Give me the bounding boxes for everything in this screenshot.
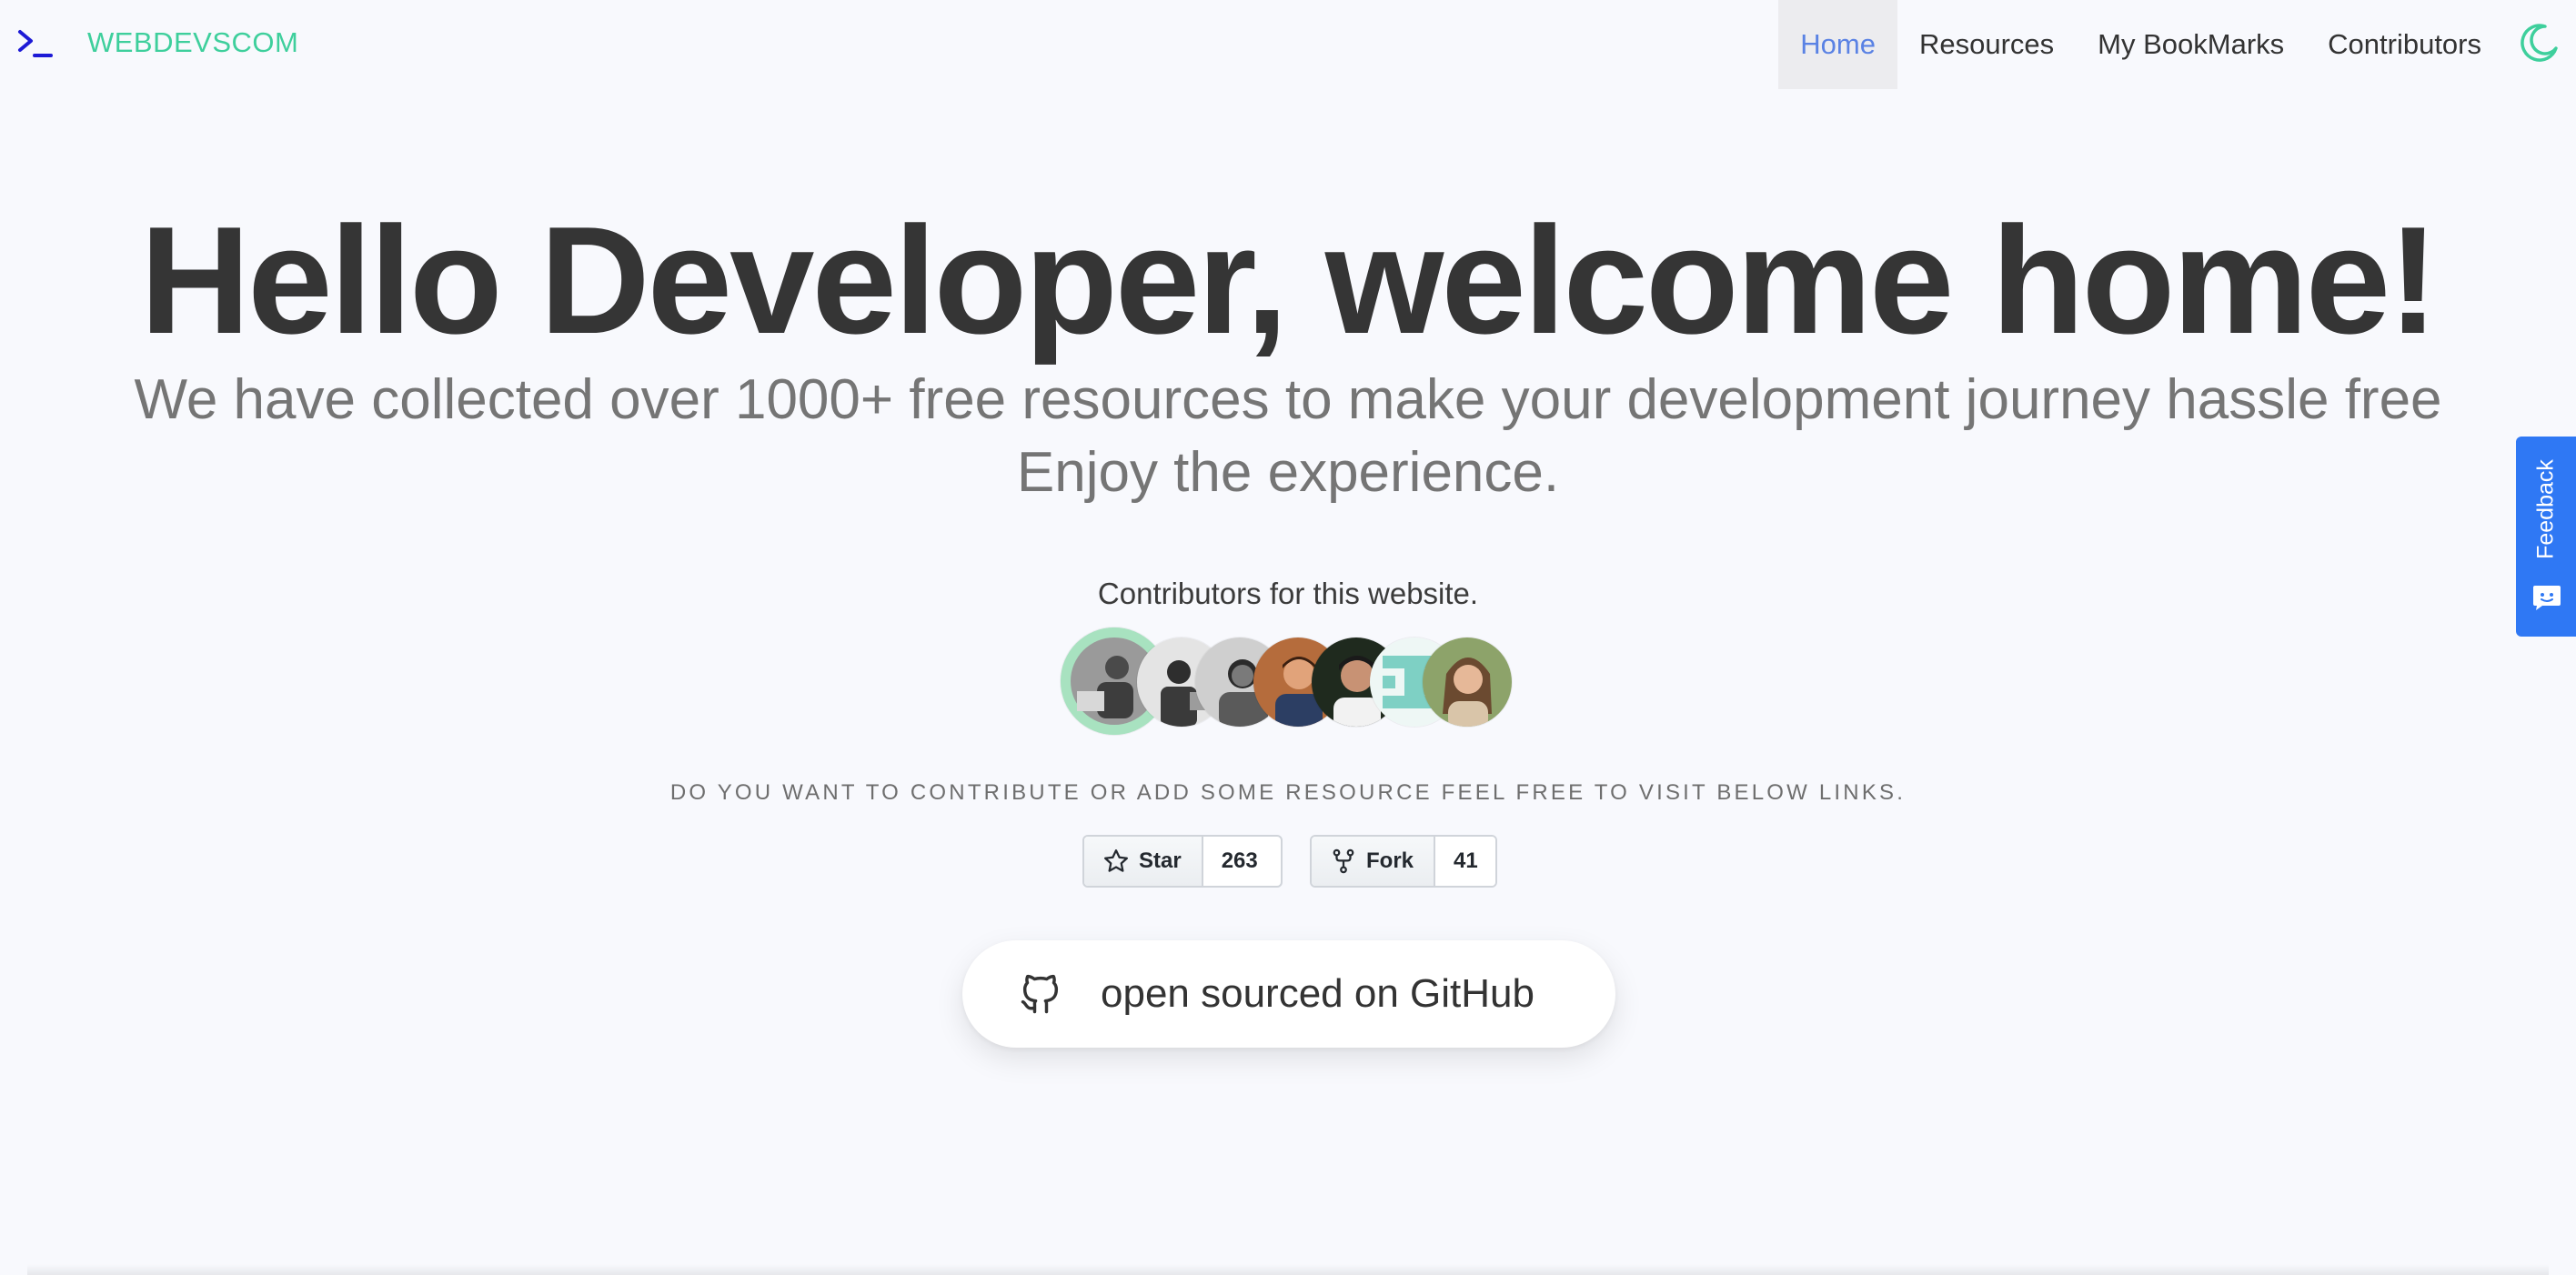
star-icon [1104,849,1128,872]
brand-logo[interactable]: WEBDEVSCOM [16,20,298,65]
chat-icon [2533,586,2561,610]
nav-item-bookmarks[interactable]: My BookMarks [2076,0,2306,89]
star-button-main[interactable]: Star [1084,837,1203,886]
hero-subtitle: We have collected over 1000+ free resour… [0,364,2576,509]
open-source-github-link[interactable]: open sourced on GitHub [962,940,1615,1048]
star-label: Star [1139,848,1182,873]
feedback-tab[interactable]: Feedback [2516,437,2576,637]
avatar[interactable] [1423,638,1512,727]
hero-title: Hello Developer, welcome home! [139,195,2439,366]
brand-name: WEBDEVSCOM [87,26,299,58]
github-star-button[interactable]: Star 263 [1082,835,1283,888]
star-count[interactable]: 263 [1202,837,1276,886]
fork-label: Fork [1366,848,1414,873]
github-icon [1021,974,1059,1014]
fork-icon [1333,848,1354,874]
fork-count[interactable]: 41 [1435,837,1495,886]
contributors-label: Contributors for this website. [1097,577,1479,610]
feedback-label: Feedback [2532,459,2559,559]
terminal-prompt-icon [18,30,53,57]
github-fork-button[interactable]: Fork 41 [1310,835,1497,888]
nav-item-home[interactable]: Home [1778,0,1897,89]
nav-item-resources[interactable]: Resources [1897,0,2076,89]
navbar: WEBDEVSCOM Home Resources My BookMarks C… [0,0,2576,89]
github-link-label: open sourced on GitHub [1101,971,1535,1016]
nav-item-contributors[interactable]: Contributors [2306,0,2503,89]
fork-button-main[interactable]: Fork [1312,837,1436,886]
contributor-avatars [1061,627,1515,737]
hero-subtitle-line-2: Enjoy the experience. [1016,441,1560,504]
hero-subtitle-line-1: We have collected over 1000+ free resour… [134,368,2442,431]
footer-edge-shadow [27,1264,2549,1275]
moon-icon[interactable] [2518,21,2561,65]
contribute-cta-text: DO YOU WANT TO CONTRIBUTE OR ADD SOME RE… [669,780,1907,805]
nav-menu: Home Resources My BookMarks Contributors [1778,0,2503,89]
